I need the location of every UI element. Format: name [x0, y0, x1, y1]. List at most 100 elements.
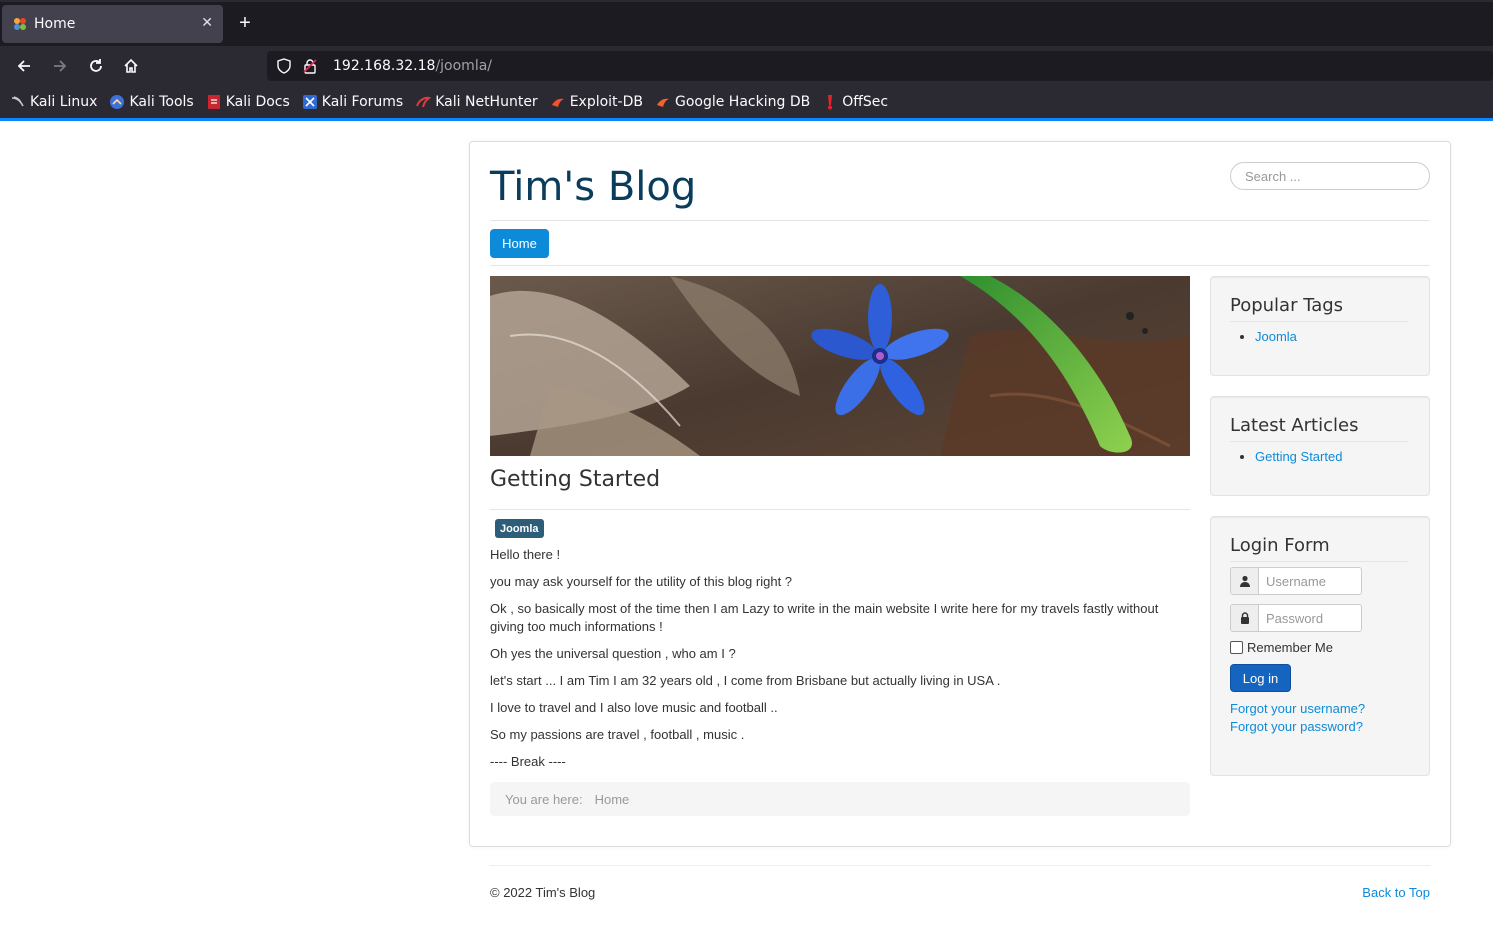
breadcrumb: You are here: Home [490, 782, 1190, 816]
module-divider [1230, 561, 1408, 562]
article-paragraph: let's start ... I am Tim I am 32 years o… [490, 673, 1001, 688]
url-host: 192.168.32.18 [333, 58, 436, 74]
latest-articles-list: Getting Started [1255, 449, 1342, 464]
remember-me: Remember Me [1230, 640, 1333, 655]
login-button[interactable]: Log in [1230, 664, 1291, 692]
kali-tools-icon [110, 95, 125, 109]
shield-icon[interactable] [273, 55, 295, 77]
lock-icon [1231, 605, 1259, 631]
browser-tab-bar: Home ✕ + [0, 0, 1493, 46]
reload-button[interactable] [84, 54, 108, 78]
tab-title: Home [34, 16, 76, 32]
url-text[interactable]: 192.168.32.18/joomla/ [333, 58, 492, 74]
bookmark-label: Kali Tools [129, 94, 194, 110]
kali-forums-icon [302, 95, 317, 109]
back-to-top-link[interactable]: Back to Top [1362, 885, 1430, 900]
header-divider [490, 220, 1430, 221]
insecure-lock-icon[interactable] [299, 55, 321, 77]
remember-me-checkbox[interactable] [1230, 641, 1243, 654]
article-link[interactable]: Getting Started [1255, 449, 1342, 464]
exploit-db-icon [551, 98, 564, 107]
nav-home-button[interactable]: Home [490, 229, 549, 258]
bookmark-kali-linux[interactable]: Kali Linux [10, 94, 97, 110]
forward-button[interactable] [48, 54, 72, 78]
article-paragraph: ---- Break ---- [490, 754, 566, 769]
home-button[interactable] [119, 54, 143, 78]
login-form-title: Login Form [1230, 535, 1330, 556]
search-input[interactable]: Search ... [1230, 162, 1430, 190]
remember-me-label: Remember Me [1247, 640, 1333, 655]
bookmark-kali-forums[interactable]: Kali Forums [302, 94, 403, 110]
site-title[interactable]: Tim's Blog [490, 164, 696, 210]
close-tab-icon[interactable]: ✕ [201, 15, 213, 31]
article-paragraph: you may ask yourself for the utility of … [490, 574, 793, 589]
bookmark-google-hacking-db[interactable]: Google Hacking DB [655, 94, 810, 110]
kali-docs-icon [207, 95, 220, 109]
breadcrumb-current: Home [594, 791, 630, 807]
bookmark-label: Exploit-DB [569, 94, 643, 110]
browser-nav-bar: 192.168.32.18/joomla/ [0, 46, 1493, 86]
browser-tab-home[interactable]: Home ✕ [2, 5, 223, 43]
joomla-favicon-icon [14, 18, 26, 30]
search-placeholder: Search ... [1245, 168, 1301, 184]
kali-dragon-icon [11, 96, 24, 107]
list-item: Joomla [1255, 329, 1297, 344]
article-hero-image [490, 276, 1190, 456]
back-button[interactable] [12, 54, 36, 78]
popular-tags-title: Popular Tags [1230, 295, 1344, 316]
offsec-icon [828, 95, 833, 110]
login-form-module: Login Form Username Password Remember Me… [1210, 516, 1430, 776]
back-arrow-icon [17, 60, 30, 72]
bookmark-kali-tools[interactable]: Kali Tools [109, 94, 194, 110]
article-paragraph: Oh yes the universal question , who am I… [490, 646, 736, 661]
home-icon [124, 58, 138, 73]
password-placeholder: Password [1266, 610, 1324, 626]
tag-link[interactable]: Joomla [1255, 329, 1297, 344]
username-placeholder: Username [1266, 573, 1326, 589]
url-bar[interactable]: 192.168.32.18/joomla/ [267, 51, 1493, 81]
web-page: Tim's Blog Search ... Home Getting Start… [0, 121, 1493, 929]
latest-articles-title: Latest Articles [1230, 415, 1359, 436]
bookmark-offsec[interactable]: OffSec [822, 94, 888, 110]
forgot-username-link[interactable]: Forgot your username? [1230, 701, 1365, 716]
article-tag-badge[interactable]: Joomla [495, 519, 544, 538]
list-item: Getting Started [1255, 449, 1342, 464]
bookmark-exploit-db[interactable]: Exploit-DB [550, 94, 643, 110]
popular-tags-list: Joomla [1255, 329, 1297, 344]
url-path: /joomla/ [435, 58, 492, 74]
article-title[interactable]: Getting Started [490, 467, 660, 492]
module-divider [1230, 321, 1408, 322]
bookmark-kali-nethunter[interactable]: Kali NetHunter [415, 94, 538, 110]
bookmarks-toolbar: Kali Linux Kali Tools Kali Docs Kali For… [0, 86, 1493, 118]
bookmark-label: OffSec [842, 94, 889, 110]
ghdb-icon [656, 98, 669, 107]
reload-icon [90, 59, 102, 72]
bookmark-label: Google Hacking DB [674, 94, 811, 110]
forward-arrow-icon [54, 60, 67, 72]
footer-divider [489, 865, 1431, 866]
article-paragraph: I love to travel and I also love music a… [490, 700, 778, 715]
user-icon [1231, 568, 1259, 594]
new-tab-button[interactable]: + [233, 12, 257, 36]
bookmark-label: Kali NetHunter [435, 94, 538, 110]
tab-bar-top-line [0, 0, 1493, 2]
article-paragraph: Hello there ! [490, 547, 561, 562]
latest-articles-module: Latest Articles Getting Started [1210, 396, 1430, 496]
popular-tags-module: Popular Tags Joomla [1210, 276, 1430, 376]
nav-divider [490, 265, 1430, 266]
bookmark-label: Kali Linux [30, 94, 98, 110]
site-container: Tim's Blog Search ... Home Getting Start… [469, 141, 1451, 847]
article-title-divider [490, 509, 1190, 510]
bookmark-kali-docs[interactable]: Kali Docs [206, 94, 290, 110]
breadcrumb-label: You are here: [505, 791, 583, 807]
article-paragraph: Ok , so basically most of the time then … [490, 601, 1159, 634]
forgot-password-link[interactable]: Forgot your password? [1230, 719, 1363, 734]
password-field[interactable]: Password [1230, 604, 1362, 632]
kali-nethunter-icon [416, 96, 432, 108]
module-divider [1230, 441, 1408, 442]
footer-copyright: © 2022 Tim's Blog [490, 885, 596, 900]
article-paragraph: So my passions are travel , football , m… [490, 727, 745, 742]
bookmark-label: Kali Forums [321, 94, 404, 110]
bookmark-label: Kali Docs [225, 94, 290, 110]
username-field[interactable]: Username [1230, 567, 1362, 595]
